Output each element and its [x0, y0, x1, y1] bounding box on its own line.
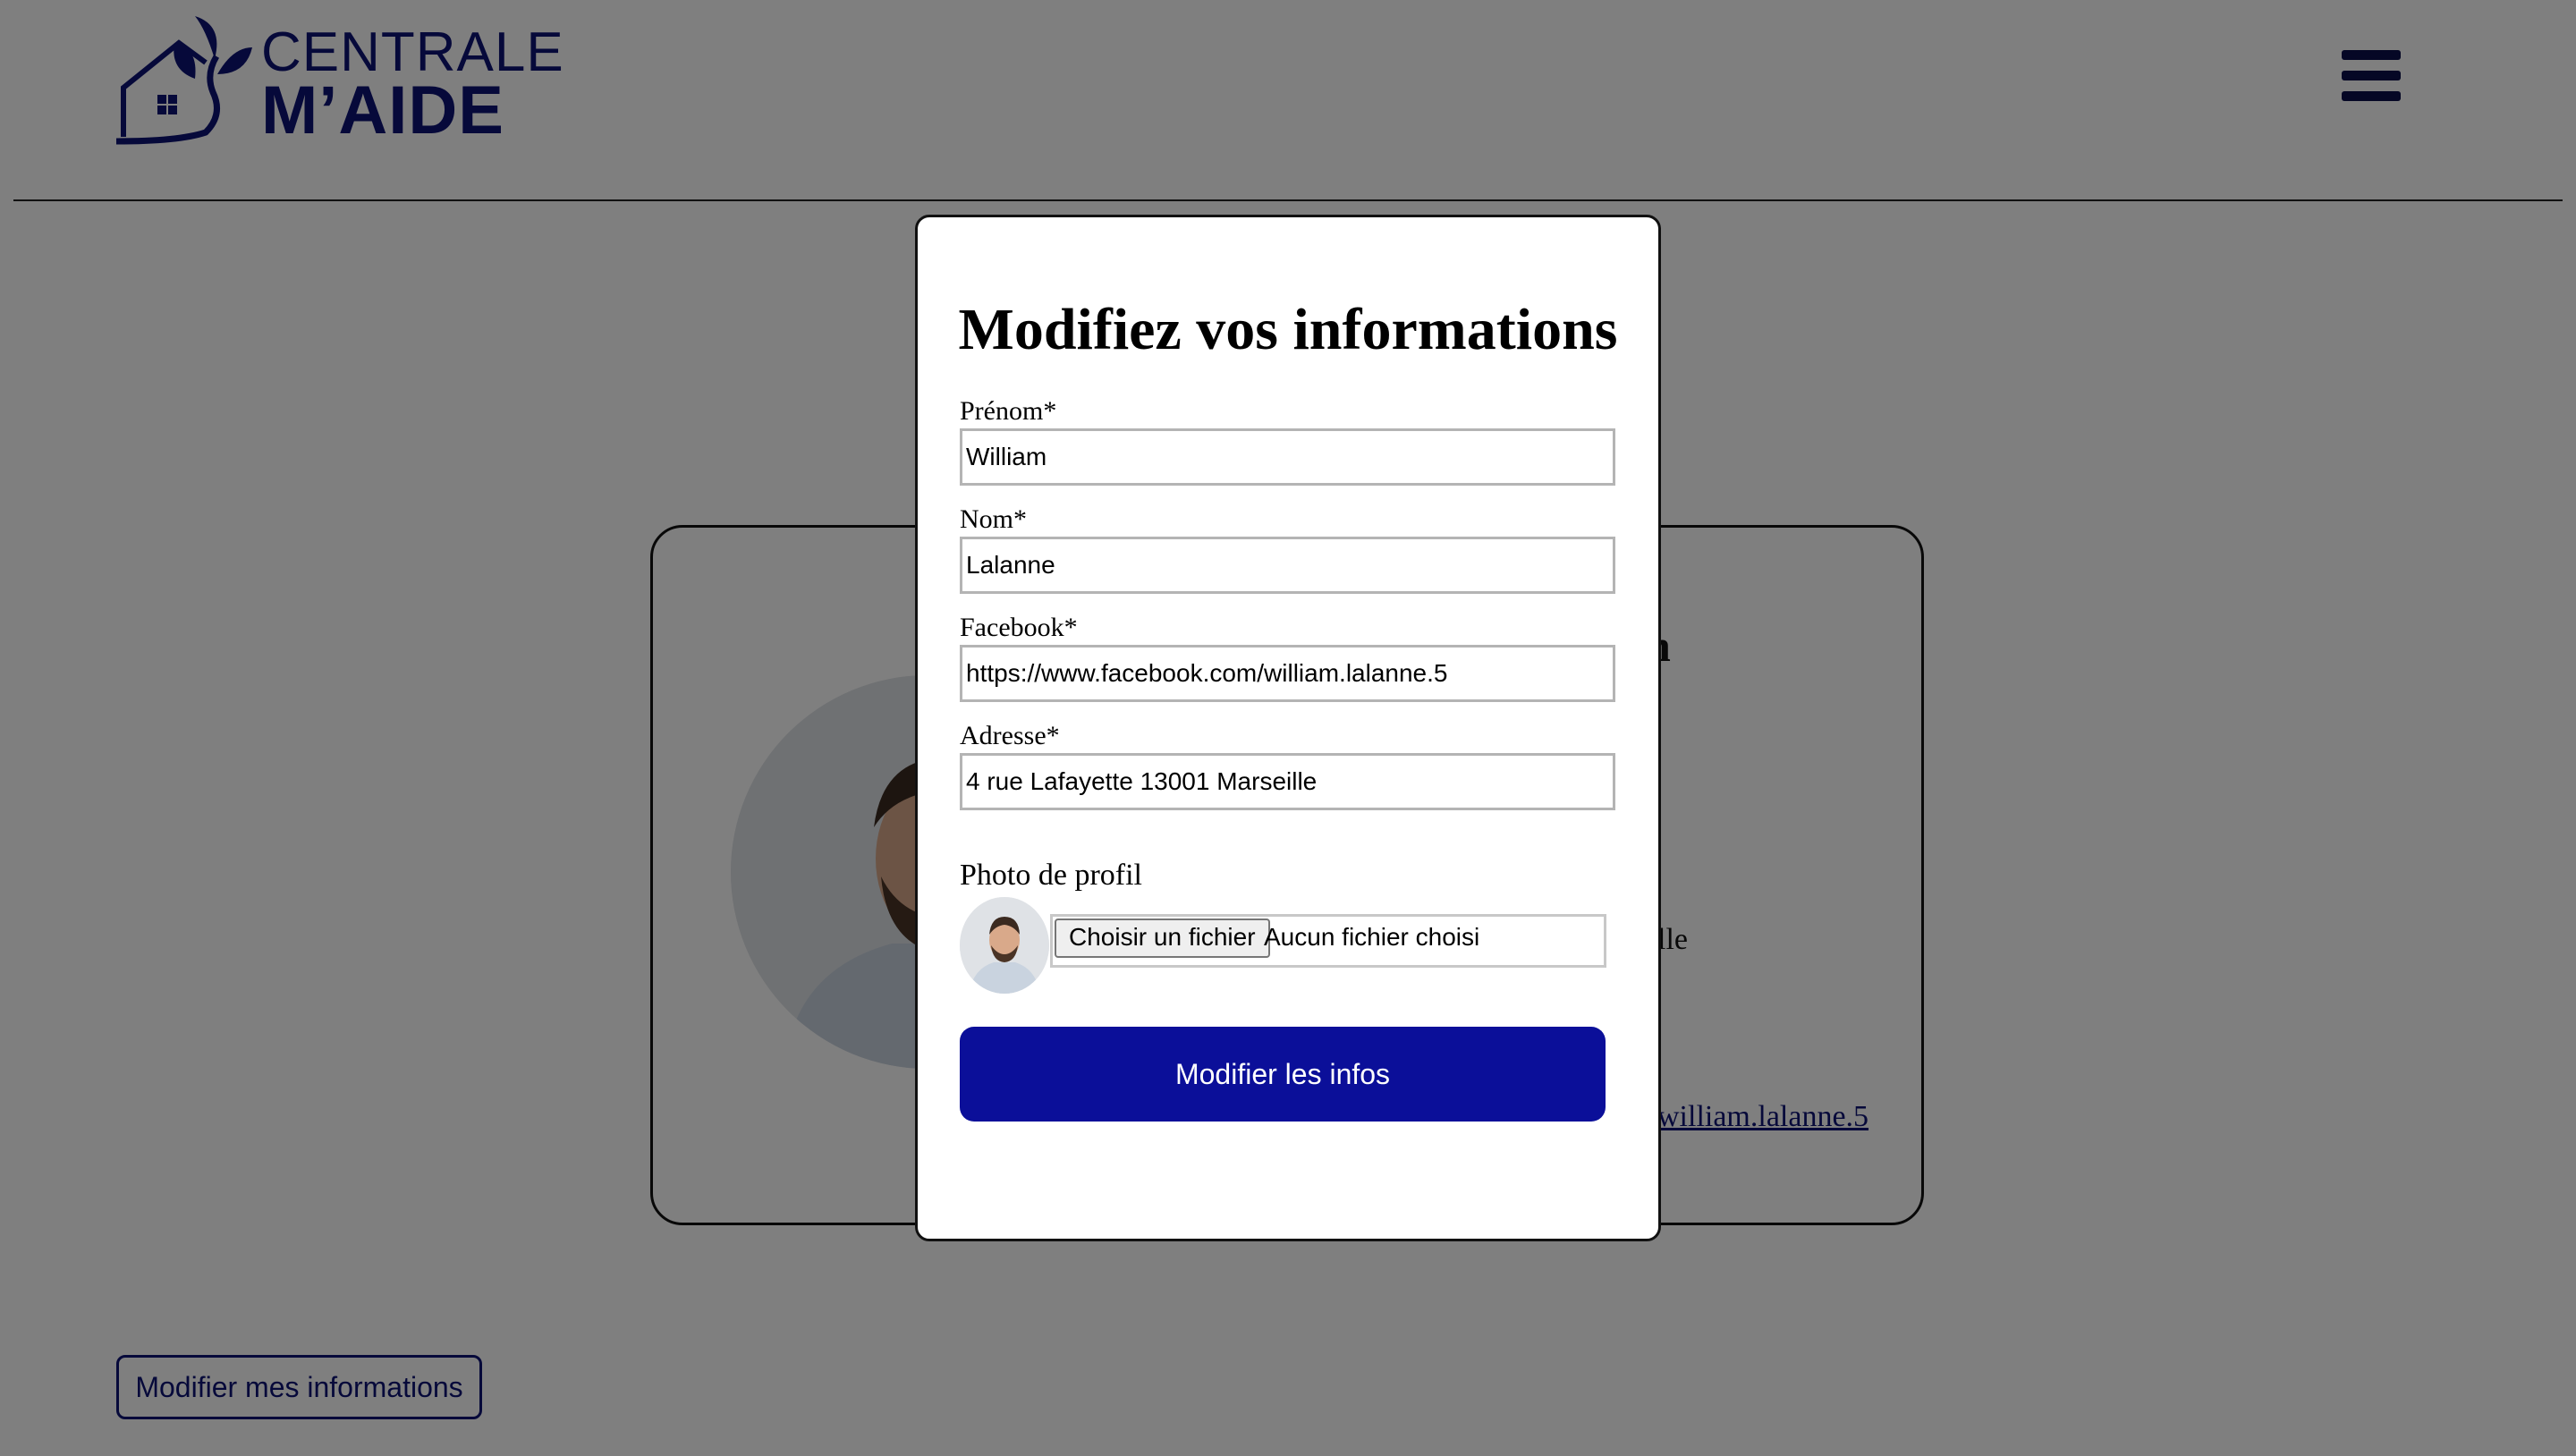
file-status-text: Aucun fichier choisi	[1264, 923, 1480, 951]
file-input[interactable]: Choisir un fichier Aucun fichier choisi	[1050, 914, 1606, 968]
first-name-label: Prénom*	[960, 396, 1057, 426]
modal-title: Modifiez vos informations	[958, 297, 1618, 362]
address-label: Adresse*	[960, 721, 1060, 750]
profile-photo-label: Photo de profil	[960, 859, 1142, 892]
facebook-label: Facebook*	[960, 613, 1078, 642]
address-input[interactable]	[960, 753, 1615, 810]
last-name-label: Nom*	[960, 504, 1027, 534]
last-name-input[interactable]	[960, 537, 1615, 594]
profile-photo-thumbnail	[960, 897, 1049, 994]
submit-button[interactable]: Modifier les infos	[960, 1027, 1606, 1122]
page: CENTRALE M’AIDE n lle william.lalanne.5 …	[0, 0, 2576, 1456]
first-name-input[interactable]	[960, 428, 1615, 486]
choose-file-button[interactable]: Choisir un fichier	[1055, 918, 1270, 958]
edit-info-modal: Modifiez vos informations Prénom* Nom* F…	[915, 215, 1661, 1241]
facebook-input[interactable]	[960, 645, 1615, 702]
thumbnail-avatar-image	[960, 897, 1049, 994]
